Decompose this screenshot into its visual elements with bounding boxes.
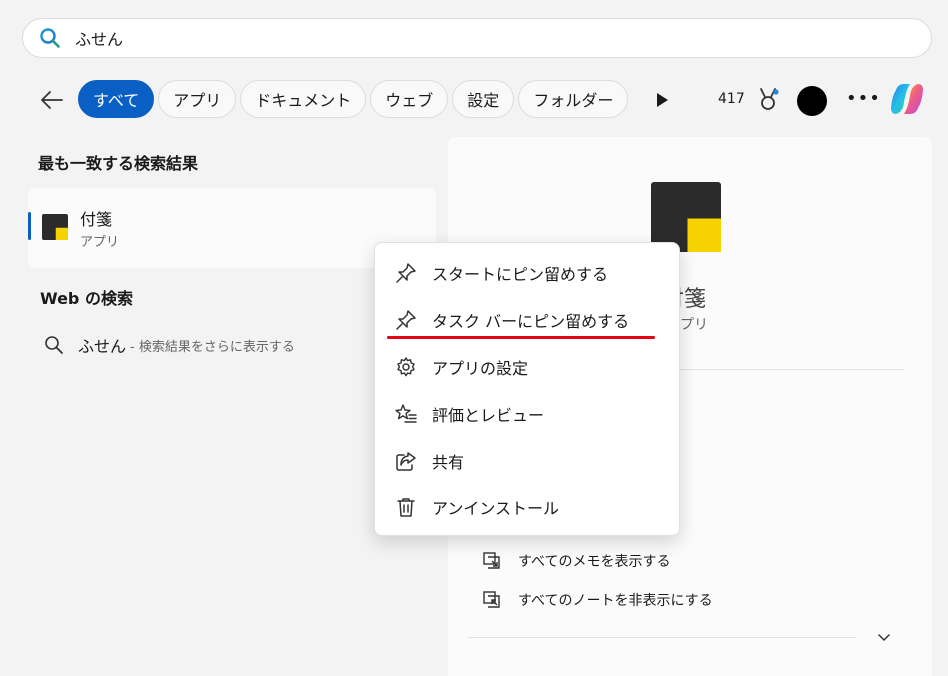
web-search-query: ふせん — [78, 337, 127, 356]
trash-icon — [397, 498, 415, 517]
web-search-item[interactable]: ふせん - 検索結果をさらに表示する — [44, 332, 404, 358]
search-icon — [45, 336, 63, 354]
divider — [468, 637, 856, 638]
menu-item-share[interactable]: 共有 — [375, 441, 681, 481]
best-match-name: 付箋 — [80, 210, 113, 229]
hide-all-notes-label: すべてのノートを非表示にする — [518, 593, 713, 609]
arrow-left-icon — [41, 91, 63, 109]
hide-all-notes-action[interactable]: すべてのノートを非表示にする — [482, 588, 713, 612]
gear-icon — [397, 357, 415, 377]
show-all-notes-label: すべてのメモを表示する — [518, 554, 671, 570]
avatar[interactable] — [797, 86, 827, 116]
rewards-points: 417 — [718, 91, 745, 107]
menu-item-label: アプリの設定 — [432, 359, 529, 378]
chevron-down-icon[interactable] — [876, 629, 892, 645]
notes-show-icon — [483, 552, 500, 569]
pin-icon — [396, 263, 416, 283]
search-bar[interactable] — [22, 18, 932, 58]
filter-chip-all[interactable]: すべて — [78, 80, 155, 118]
menu-item-label: 共有 — [432, 453, 465, 472]
show-all-notes-action[interactable]: すべてのメモを表示する — [482, 549, 670, 573]
menu-item-app-settings[interactable]: アプリの設定 — [375, 347, 681, 387]
filter-chip-web[interactable]: ウェブ — [370, 80, 449, 118]
share-icon — [396, 452, 416, 471]
best-match-type: アプリ — [80, 235, 120, 250]
menu-item-label: タスク バーにピン留めする — [432, 312, 630, 331]
filter-chip-settings[interactable]: 設定 — [452, 80, 515, 118]
search-input[interactable] — [75, 28, 875, 48]
menu-item-rate-review[interactable]: 評価とレビュー — [375, 394, 681, 434]
rewards-medal-icon[interactable] — [756, 87, 780, 113]
best-match-heading: 最も一致する検索結果 — [38, 154, 199, 173]
web-search-hint: - 検索結果をさらに表示する — [130, 339, 295, 355]
filter-chip-folders[interactable]: フォルダー — [518, 80, 629, 118]
more-options-icon[interactable]: ••• — [846, 88, 881, 109]
notes-hide-icon — [483, 591, 500, 608]
filter-chips: すべて アプリ ドキュメント ウェブ 設定 フォルダー — [78, 80, 634, 120]
context-menu: スタートにピン留めする タスク バーにピン留めする アプリの設定 評価とレビュー… — [374, 242, 680, 536]
menu-item-label: スタートにピン留めする — [432, 265, 609, 284]
play-icon — [657, 93, 668, 107]
filter-chip-documents[interactable]: ドキュメント — [240, 80, 367, 118]
sticky-notes-app-icon — [42, 214, 68, 240]
copilot-icon[interactable] — [888, 80, 926, 118]
menu-item-pin-to-start[interactable]: スタートにピン留めする — [375, 253, 681, 293]
scroll-chips-button[interactable] — [652, 90, 672, 110]
menu-item-pin-to-taskbar[interactable]: タスク バーにピン留めする — [375, 300, 681, 340]
menu-item-label: 評価とレビュー — [432, 406, 545, 425]
back-button[interactable] — [38, 87, 66, 113]
star-list-icon — [395, 404, 417, 423]
menu-item-label: アンインストール — [432, 499, 560, 518]
red-underline-annotation — [387, 336, 655, 339]
search-icon — [40, 28, 60, 48]
selection-indicator — [28, 212, 31, 240]
filter-chip-apps[interactable]: アプリ — [158, 80, 237, 118]
web-search-heading: Web の検索 — [40, 289, 133, 308]
filter-bar: すべて アプリ ドキュメント ウェブ 設定 フォルダー 417 ••• — [0, 78, 948, 122]
menu-item-uninstall[interactable]: アンインストール — [375, 487, 681, 527]
pin-icon — [396, 310, 416, 330]
